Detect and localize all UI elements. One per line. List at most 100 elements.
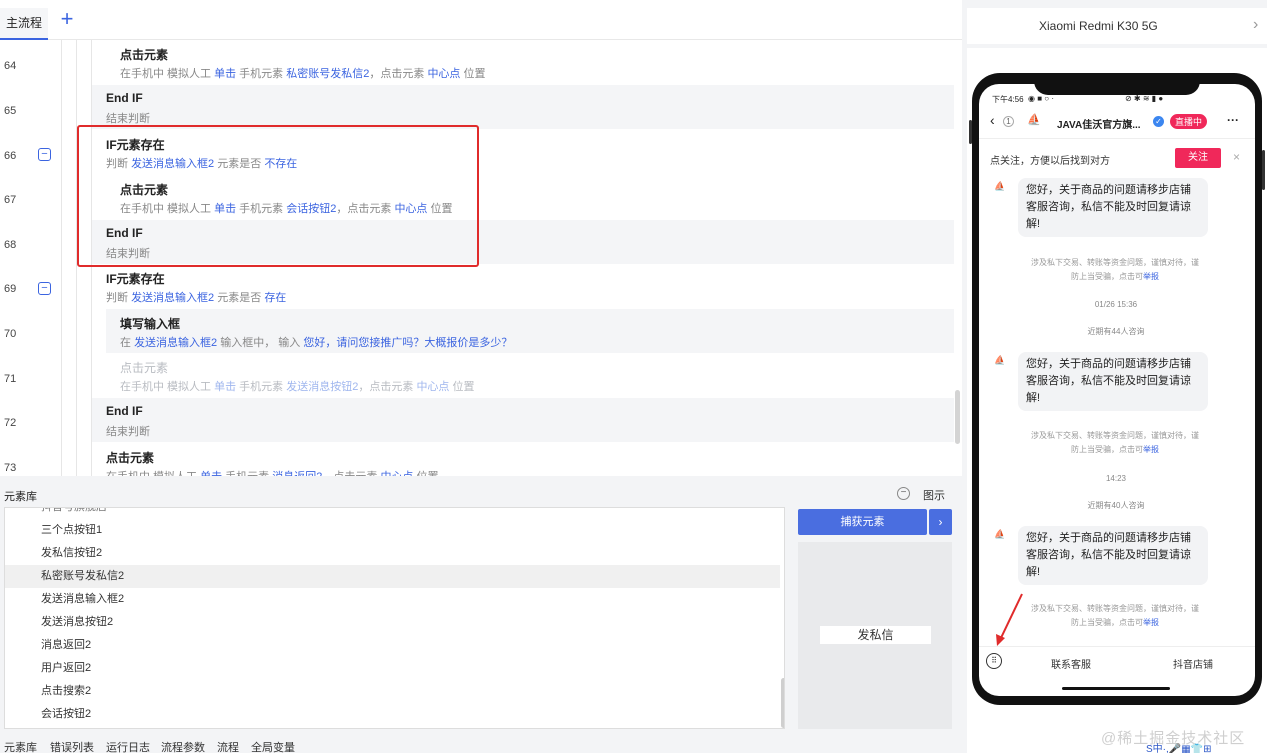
tab-flow[interactable]: 流程 — [217, 739, 239, 753]
list-item[interactable]: 抖音号旗舰店 — [5, 508, 780, 519]
safety-notice: 涉及私下交易、转账等资金问题，谨慎对待，谨防上当受骗，点击可举报 — [1030, 256, 1200, 284]
follow-button[interactable]: 关注 — [1175, 148, 1221, 168]
list-item[interactable]: 消息返回2 — [5, 634, 780, 657]
report-link[interactable]: 举报 — [1143, 618, 1159, 627]
tab-main-flow[interactable]: 主流程 — [0, 8, 48, 40]
message-bubble: 您好，关于商品的问题请移步店铺客服咨询，私信不能及时回复请谅解! — [1018, 526, 1208, 585]
param-highlight[interactable]: 私密账号发私信2 — [286, 68, 369, 80]
flow-editor: 主流程 + 64 65 66 67 68 69 70 71 72 73 − − … — [0, 0, 962, 476]
report-link[interactable]: 举报 — [1143, 272, 1159, 281]
list-scrollbar[interactable] — [781, 678, 784, 728]
highlight-annotation-box — [77, 125, 479, 267]
capture-dropdown-icon[interactable]: › — [929, 509, 952, 535]
message-time: 01/26 15:36 — [1094, 300, 1138, 309]
shop-logo-icon: ⛵ — [1027, 114, 1041, 126]
line-number: 66 — [4, 150, 17, 162]
flow-step-click-element[interactable]: 点击元素 在手机中 模拟人工 单击 手机元素 消息返回2，点击元素 中心点 位置 — [92, 443, 954, 476]
close-icon[interactable]: × — [1233, 150, 1240, 164]
message-bubble: 您好，关于商品的问题请移步店铺客服咨询，私信不能及时回复请谅解! — [1018, 352, 1208, 411]
param-highlight[interactable]: 中心点 — [416, 381, 449, 393]
flow-step-if-element-exists[interactable]: IF元素存在 判断 发送消息输入框2 元素是否 存在 — [92, 264, 954, 308]
shop-name: JAVA佳沃官方旗... — [1057, 120, 1141, 131]
keyboard-icon[interactable]: ⠿ — [986, 653, 1002, 669]
annotation-arrow-icon — [996, 593, 1023, 646]
back-icon[interactable]: ‹ — [990, 112, 995, 128]
list-item[interactable]: 发送消息输入框2 — [5, 588, 780, 611]
tab-flow-params[interactable]: 流程参数 — [161, 739, 205, 753]
list-item[interactable]: 发私信按钮2 — [5, 542, 780, 565]
param-highlight[interactable]: 发送消息输入框2 — [134, 337, 217, 349]
phone-side-key — [1262, 150, 1265, 190]
line-number: 64 — [4, 60, 17, 72]
param-highlight[interactable]: 单击 — [200, 471, 222, 476]
line-number: 71 — [4, 373, 17, 385]
collapse-toggle-69[interactable]: − — [38, 282, 51, 295]
list-item[interactable]: 点击搜索2 — [5, 680, 780, 703]
line-number: 65 — [4, 105, 17, 117]
tab-run-log[interactable]: 运行日志 — [106, 739, 150, 753]
list-item[interactable]: 三个点按钮1 — [5, 519, 780, 542]
follow-tip: 点关注，方便以后找到对方 — [990, 156, 1110, 167]
param-highlight[interactable]: 单击 — [214, 381, 236, 393]
live-badge[interactable]: 直播中 — [1170, 114, 1208, 129]
desc-text: 结束判断 — [106, 113, 150, 125]
desc-text: 手机元素 — [236, 68, 287, 80]
flow-step-end-if[interactable]: End IF 结束判断 — [92, 85, 954, 129]
preview-toggle-label[interactable]: 图示 — [923, 487, 945, 503]
step-title: IF元素存在 — [106, 272, 165, 286]
safety-notice: 涉及私下交易、转账等资金问题，谨慎对待，谨防上当受骗，点击可举报 — [1030, 429, 1200, 457]
message-time: 14:23 — [1105, 474, 1127, 483]
flow-tabbar: 主流程 + — [0, 0, 962, 40]
chevron-right-icon: › — [1253, 16, 1259, 33]
tab-global-vars[interactable]: 全局变量 — [251, 739, 295, 753]
contact-service-link[interactable]: 联系客服 — [1051, 656, 1091, 671]
flow-step-click-element[interactable]: 点击元素 在手机中 模拟人工 单击 手机元素 私密账号发私信2，点击元素 中心点… — [106, 40, 954, 84]
list-item[interactable]: 发送消息按钮2 — [5, 611, 780, 634]
ime-toolbar[interactable]: S中·,🎤▦👕⊞ — [1146, 740, 1267, 753]
param-highlight[interactable]: 消息返回2 — [272, 471, 322, 476]
collapse-toggle-66[interactable]: − — [38, 148, 51, 161]
param-highlight[interactable]: 发送消息按钮2 — [286, 381, 358, 393]
param-highlight[interactable]: 中心点 — [427, 68, 460, 80]
device-selector[interactable]: Xiaomi Redmi K30 5G › — [967, 8, 1267, 44]
status-icons-left: ◉ ■ ○ · — [1028, 94, 1054, 103]
more-icon[interactable]: ··· — [1227, 113, 1239, 127]
desc-text: 结束判断 — [106, 426, 150, 438]
desc-text: 输入框中， 输入 — [217, 337, 304, 349]
param-highlight[interactable]: 单击 — [214, 68, 236, 80]
desc-text: 在手机中 模拟人工 — [120, 381, 215, 393]
tab-error-list[interactable]: 错误列表 — [50, 739, 94, 753]
bottom-tabbar: 元素库 错误列表 运行日志 流程参数 流程 全局变量 — [0, 736, 962, 753]
collapse-preview-icon[interactable]: − — [897, 487, 910, 500]
list-item[interactable]: 用户返回2 — [5, 657, 780, 680]
verified-icon: ✓ — [1153, 116, 1164, 127]
param-highlight[interactable]: 中心点 — [380, 471, 413, 476]
list-item[interactable]: 会话按钮2 — [5, 703, 780, 726]
line-number: 73 — [4, 462, 17, 474]
capture-element-button[interactable]: 捕获元素 — [798, 509, 927, 535]
step-desc: 结束判断 — [106, 110, 150, 126]
param-highlight[interactable]: 您好，请问您接推广吗？大概报价是多少？ — [303, 337, 512, 349]
flow-step-click-element-disabled[interactable]: 点击元素 在手机中 模拟人工 单击 手机元素 发送消息按钮2，点击元素 中心点 … — [106, 353, 954, 397]
element-library-header: 元素库 — [0, 484, 962, 506]
safety-notice: 涉及私下交易、转账等资金问题，谨慎对待，谨防上当受骗，点击可举报 — [1030, 602, 1200, 630]
shop-avatar: ⛵ — [994, 181, 1006, 191]
flow-step-end-if[interactable]: End IF 结束判断 — [92, 398, 954, 442]
desc-text: ，点击元素 — [369, 68, 428, 80]
app-root: 主流程 + 64 65 66 67 68 69 70 71 72 73 − − … — [0, 0, 1267, 753]
param-highlight[interactable]: 存在 — [264, 292, 286, 304]
douyin-store-link[interactable]: 抖音店铺 — [1173, 656, 1213, 671]
step-desc: 在 发送消息输入框2 输入框中， 输入 您好，请问您接推广吗？大概报价是多少？ — [120, 334, 512, 350]
line-number: 72 — [4, 417, 17, 429]
step-title: 点击元素 — [120, 48, 169, 62]
report-link[interactable]: 举报 — [1143, 445, 1159, 454]
step-desc: 在手机中 模拟人工 单击 手机元素 私密账号发私信2，点击元素 中心点 位置 — [120, 65, 486, 81]
flow-step-fill-input[interactable]: 填写输入框 在 发送消息输入框2 输入框中， 输入 您好，请问您接推广吗？大概报… — [106, 309, 954, 353]
indent-guide — [61, 40, 62, 476]
editor-scrollbar[interactable] — [955, 390, 960, 444]
tab-element-library[interactable]: 元素库 — [4, 739, 37, 753]
list-item-selected[interactable]: 私密账号发私信2 — [5, 565, 780, 588]
line-number: 67 — [4, 194, 17, 206]
add-tab-button[interactable]: + — [56, 8, 78, 32]
param-highlight[interactable]: 发送消息输入框2 — [131, 292, 214, 304]
